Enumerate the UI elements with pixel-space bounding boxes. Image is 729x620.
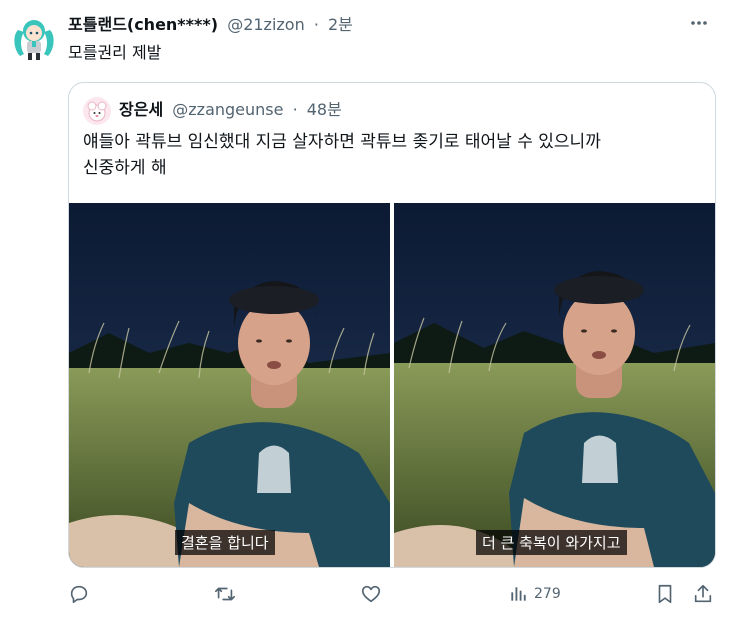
tweet-header: 포틀랜드(chen****) @21zizon · 2분 [68, 14, 353, 36]
subtitle-caption: 더 큰 축복이 와가지고 [476, 530, 627, 555]
share-button[interactable] [692, 582, 714, 606]
quoted-tweet-time[interactable]: 48분 [307, 100, 342, 119]
author-avatar[interactable] [10, 14, 58, 62]
bookmark-icon [658, 584, 672, 604]
quoted-author-handle[interactable]: @zzangeunse [172, 100, 283, 119]
reply-button[interactable] [68, 582, 90, 606]
quoted-text-line: 얘들아 곽튜브 임신했대 지금 살자하면 곽튜브 좆기로 태어날 수 있으니까 [83, 132, 601, 152]
reply-icon [70, 585, 88, 604]
quoted-tweet-header: 장은세 @zzangeunse · 48분 [119, 99, 342, 121]
tweet-time[interactable]: 2분 [328, 15, 353, 34]
more-horizontal-icon[interactable] [688, 12, 710, 39]
video-still-night-field [69, 203, 390, 567]
miku-avatar-image [14, 20, 54, 60]
tweet-action-bar: 279 [68, 580, 714, 608]
quoted-tweet-text: 얘들아 곽튜브 임신했대 지금 살자하면 곽튜브 좆기로 태어날 수 있으니까 … [83, 129, 703, 181]
share-icon [694, 584, 712, 603]
quoted-author-name[interactable]: 장은세 [119, 100, 163, 119]
character-avatar-image [83, 97, 111, 125]
dot-separator: · [292, 100, 298, 119]
like-button[interactable] [360, 582, 382, 606]
views-count: 279 [534, 586, 561, 602]
tweet-text: 모를권리 제발 [68, 43, 162, 62]
quoted-author-avatar[interactable] [83, 97, 111, 125]
quoted-text-line: 신중하게 해 [83, 158, 167, 178]
author-handle[interactable]: @21zizon [227, 15, 305, 34]
views-button[interactable]: 279 [508, 582, 561, 606]
retweet-button[interactable] [214, 582, 236, 606]
video-still-night-field [394, 203, 715, 567]
subtitle-caption: 결혼을 합니다 [175, 530, 275, 555]
author-name[interactable]: 포틀랜드(chen****) [68, 15, 218, 34]
media-image-1[interactable]: 결혼을 합니다 [69, 203, 390, 567]
views-chart-icon [511, 587, 526, 601]
retweet-icon [215, 587, 235, 601]
heart-icon [361, 585, 381, 603]
dot-separator: · [313, 15, 319, 34]
quoted-tweet-card[interactable]: 장은세 @zzangeunse · 48분 얘들아 곽튜브 임신했대 지금 살자… [68, 82, 716, 568]
media-image-2[interactable]: 더 큰 축복이 와가지고 [394, 203, 715, 567]
bookmark-button[interactable] [654, 582, 676, 606]
